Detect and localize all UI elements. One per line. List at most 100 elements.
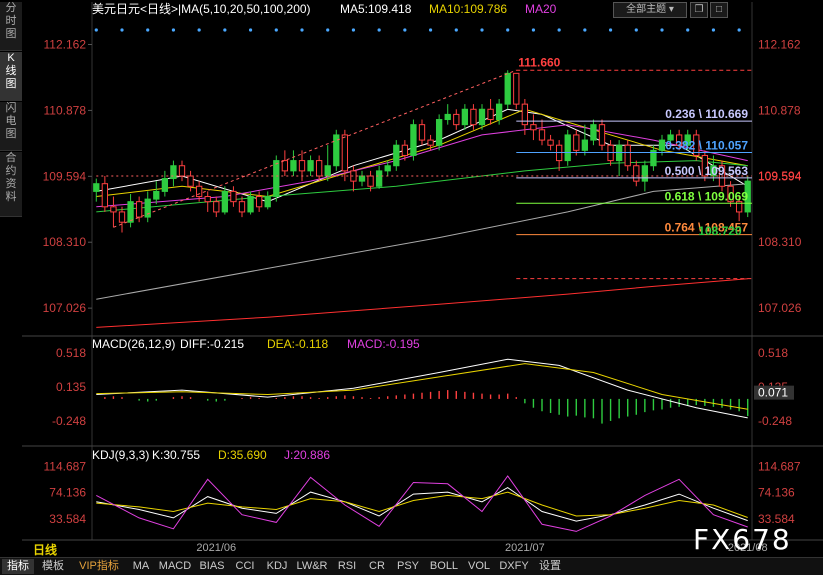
indicator-tab-macd[interactable]: MACD — [156, 559, 194, 574]
candle-body-48 — [504, 72, 511, 105]
candle-body-5 — [135, 201, 143, 218]
candle-body-39 — [427, 139, 434, 146]
indicator-tab-模板[interactable]: 模板 — [36, 559, 70, 574]
indicator-tab-rsi[interactable]: RSI — [332, 559, 362, 574]
macd-y-tick-right-2: -0.248 — [758, 414, 792, 428]
signal-dot-15 — [223, 28, 227, 32]
candle-body-2 — [110, 206, 117, 213]
candle-body-62 — [624, 144, 631, 167]
indicator-tab-设置[interactable]: 设置 — [534, 559, 566, 574]
theme-select[interactable]: 全部主题 ▾ — [613, 2, 687, 18]
macd-y-tick-left-2: -0.248 — [52, 414, 86, 428]
trend-channel-upper — [113, 69, 517, 228]
candle-body-25 — [307, 160, 314, 172]
signal-dot-6 — [146, 28, 150, 32]
candle-body-42 — [453, 113, 460, 126]
candle-body-19 — [255, 196, 263, 208]
signal-dot-33 — [377, 28, 381, 32]
candle-body-22 — [281, 160, 289, 172]
y-tick-right-3: 108.310 — [758, 235, 802, 249]
low-label: 108.720 — [698, 224, 742, 238]
candle-body-56 — [573, 134, 580, 151]
indicator-tab-dxfy[interactable]: DXFY — [496, 559, 532, 574]
candle-body-59 — [598, 124, 606, 146]
candle-body-53 — [547, 139, 554, 146]
maximize-icon[interactable]: □ — [710, 2, 728, 18]
candle-body-17 — [238, 201, 246, 213]
candle-body-45 — [478, 108, 486, 126]
y-tick-right-1: 110.878 — [758, 103, 801, 117]
candle-body-18 — [247, 196, 254, 213]
candle-body-64 — [641, 165, 649, 182]
kdj-y-tick-left-1: 74.136 — [49, 486, 86, 500]
candle-body-58 — [590, 124, 597, 141]
fib-label-0.382: 0.382 \ 110.057 — [665, 139, 748, 153]
side-tab-0[interactable]: 分时图 — [0, 2, 22, 51]
candle-body-49 — [513, 72, 520, 105]
candle-body-29 — [341, 134, 349, 172]
macd-line-diff — [96, 358, 748, 419]
main-title: 美元日元<日线>|MA(5,10,20,50,100,200) — [92, 2, 311, 16]
candle-body-38 — [418, 124, 426, 141]
candle-body-15 — [221, 190, 229, 213]
candle-body-44 — [470, 108, 477, 126]
signal-dot-21 — [274, 28, 278, 32]
candle-body-21 — [273, 160, 280, 198]
window-restore-icon[interactable]: ❐ — [690, 2, 708, 18]
signal-dot-42 — [454, 28, 458, 32]
indicator-tab-vip指标[interactable]: VIP指标 — [72, 559, 126, 574]
indicator-tab-ma[interactable]: MA — [128, 559, 154, 574]
candle-body-4 — [127, 201, 134, 223]
candle-body-14 — [213, 201, 220, 213]
side-tab-3[interactable]: 合约资料 — [0, 152, 22, 217]
candle-body-10 — [178, 165, 186, 177]
candle-body-34 — [384, 165, 391, 172]
y-tick-left-3: 108.310 — [43, 235, 87, 249]
signal-dot-39 — [428, 28, 433, 32]
candle-body-51 — [530, 124, 537, 131]
indicator-tab-cci[interactable]: CCI — [230, 559, 260, 574]
side-tab-2[interactable]: 闪电图 — [0, 102, 22, 151]
candle-body-52 — [538, 129, 546, 141]
candle-body-16 — [230, 190, 237, 203]
signal-dot-36 — [403, 28, 407, 32]
signal-dot-57 — [583, 28, 587, 32]
signal-dot-3 — [120, 28, 124, 32]
kdj-y-tick-left-0: 114.687 — [44, 460, 87, 474]
candle-body-26 — [315, 160, 323, 177]
signal-dot-54 — [557, 28, 561, 32]
candle-body-3 — [118, 211, 126, 223]
y-tick-left-2: 109.594 — [43, 169, 87, 183]
macd-y-tick-left-0: 0.518 — [56, 346, 86, 360]
candle-body-1 — [101, 183, 109, 208]
indicator-tab-kdj[interactable]: KDJ — [262, 559, 292, 574]
signal-dot-12 — [197, 28, 201, 32]
kdj-y-tick-right-0: 114.687 — [758, 460, 801, 474]
candle-body-27 — [324, 165, 331, 177]
candle-body-35 — [393, 144, 400, 167]
indicator-tab-bias[interactable]: BIAS — [196, 559, 228, 574]
macd-title: MACD(26,12,9) — [92, 337, 175, 351]
indicator-tab-boll[interactable]: BOLL — [426, 559, 462, 574]
y-tick-right-0: 112.162 — [758, 37, 801, 51]
indicator-tab-psy[interactable]: PSY — [392, 559, 424, 574]
chart-canvas: 美元日元<日线>|MA(5,10,20,50,100,200) MA5:109.4… — [22, 2, 823, 554]
candle-body-36 — [401, 144, 409, 156]
macd-y-tick-right-0: 0.518 — [758, 346, 788, 360]
candle-body-9 — [170, 165, 177, 180]
y-tick-left-4: 107.026 — [43, 301, 87, 315]
ma-line-ma100 — [96, 183, 748, 300]
indicator-tab-bar: 指标 模板 VIP指标 MA MACD BIAS CCI KDJ LW&R RSI CR PSY BOL… — [0, 557, 823, 575]
indicator-tab-指标[interactable]: 指标 — [2, 559, 34, 574]
candle-body-32 — [367, 175, 374, 187]
indicator-tab-cr[interactable]: CR — [364, 559, 390, 574]
candle-body-33 — [375, 170, 383, 187]
candle-body-43 — [461, 108, 469, 126]
indicator-tab-vol[interactable]: VOL — [464, 559, 494, 574]
kdj-readout-j: J:20.886 — [284, 448, 330, 462]
side-tab-1[interactable]: K线图 — [0, 52, 22, 101]
signal-dot-45 — [480, 28, 484, 32]
indicator-tab-lw-r[interactable]: LW&R — [294, 559, 330, 574]
kdj-y-tick-right-1: 74.136 — [758, 486, 795, 500]
period-label[interactable]: 日线 — [33, 541, 57, 558]
